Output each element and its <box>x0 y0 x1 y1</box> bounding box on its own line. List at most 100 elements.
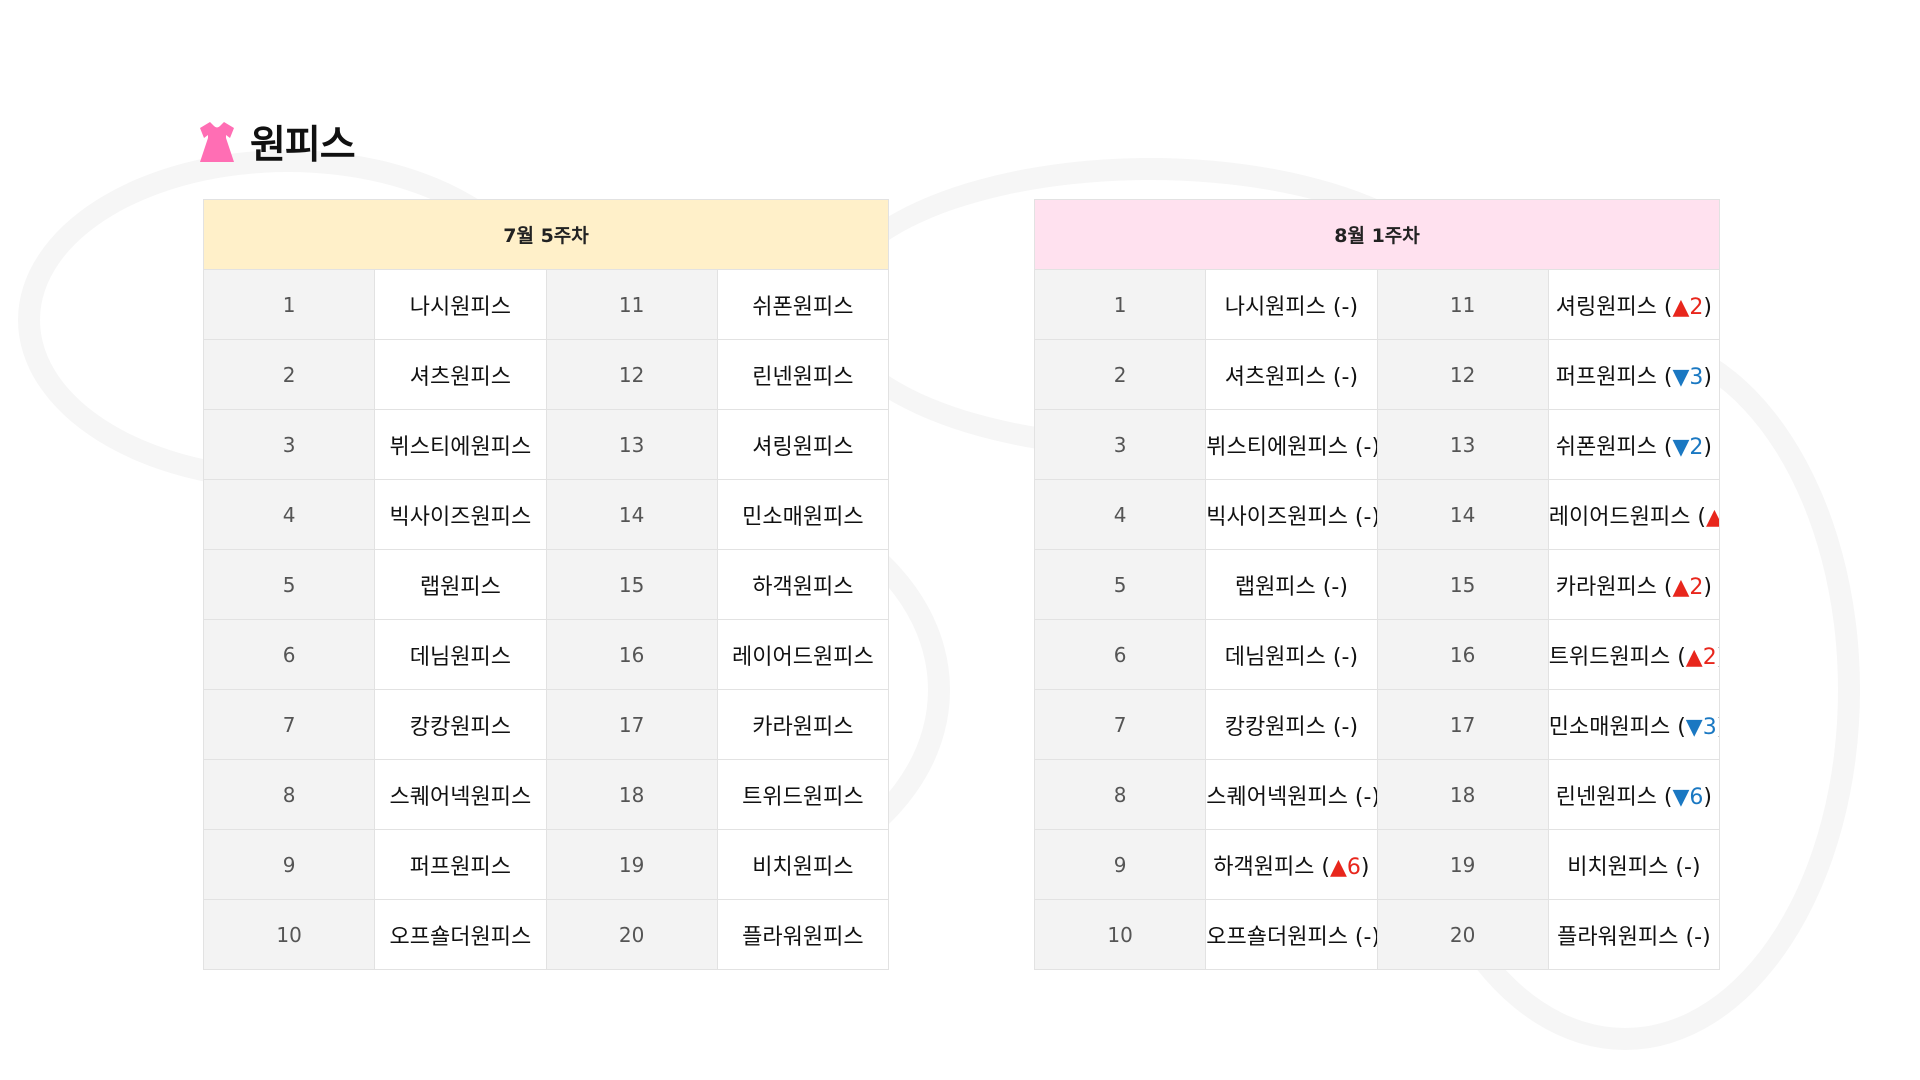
rank-number: 17 <box>545 689 718 760</box>
week1-header: 7월 5주차 <box>203 199 889 270</box>
table-row: 7 캉캉원피스 17 카라원피스 <box>202 689 890 760</box>
rank-number: 18 <box>1376 759 1549 830</box>
item-name: 캉캉원피스 <box>374 689 547 760</box>
item-name: 데님원피스 <box>374 619 547 690</box>
item-name: 셔링원피스 <box>716 409 890 480</box>
rank-number: 14 <box>1376 479 1549 550</box>
item-label: 퍼프원피스 <box>409 854 511 880</box>
page-header: 원피스 <box>198 112 356 172</box>
item-label: 셔링원피스 <box>752 434 854 460</box>
item-name: 린넨원피스 (▼6) <box>1547 759 1721 830</box>
item-name: 민소매원피스 (▼3) <box>1547 689 1721 760</box>
rank-number: 9 <box>1033 829 1207 900</box>
rank-number: 14 <box>545 479 718 550</box>
item-label: 레이어드원피스 <box>1548 504 1691 530</box>
item-label: 스퀘어넥원피스 <box>1206 784 1348 810</box>
item-label: 쉬폰원피스 <box>752 294 854 320</box>
item-label: 카라원피스 <box>752 714 854 740</box>
item-name: 셔츠원피스 <box>374 339 547 410</box>
rank-number: 1 <box>202 269 376 340</box>
item-label: 셔츠원피스 <box>1224 364 1326 390</box>
rank-number: 10 <box>1033 899 1207 970</box>
table-row: 8 스퀘어넥원피스 18 트위드원피스 <box>202 759 890 830</box>
item-label: 뷔스티에원피스 <box>389 434 532 460</box>
item-name: 하객원피스 <box>716 549 890 620</box>
item-name: 비치원피스 (-) <box>1547 829 1721 900</box>
table-row: 1 나시원피스 11 쉬폰원피스 <box>202 269 890 340</box>
item-name: 나시원피스 <box>374 269 547 340</box>
rank-number: 10 <box>202 899 376 970</box>
rank-number: 18 <box>545 759 718 830</box>
table-row: 10 오프숄더원피스 20 플라워원피스 <box>202 899 890 970</box>
item-name: 뷔스티에원피스 (-) <box>1205 409 1378 480</box>
rank-change: - <box>1683 854 1692 880</box>
item-name: 셔링원피스 (▲2) <box>1547 269 1721 340</box>
rank-number: 4 <box>202 479 376 550</box>
item-name: 셔츠원피스 (-) <box>1205 339 1378 410</box>
item-label: 하객원피스 <box>752 574 854 600</box>
week2-header: 8월 1주차 <box>1034 199 1720 270</box>
item-label: 데님원피스 <box>1224 644 1326 670</box>
item-label: 오프숄더원피스 <box>389 924 532 950</box>
item-label: 트위드원피스 <box>1548 644 1671 670</box>
item-label: 나시원피스 <box>409 294 511 320</box>
table-row: 3뷔스티에원피스 (-)13쉬폰원피스 (▼2) <box>1033 409 1721 480</box>
ranking-table-week2: 8월 1주차 1 나시원피스 (-) 11 셔링원피스 (▲2) 2 셔츠원피스 (-) 1… <box>1033 199 1721 970</box>
item-name: 데님원피스 (-) <box>1205 619 1378 690</box>
item-label: 린넨원피스 <box>752 364 854 390</box>
table-row: 8스퀘어넥원피스 (-)18린넨원피스 (▼6) <box>1033 759 1721 830</box>
item-label: 랩원피스 <box>419 574 501 600</box>
item-label: 플라워원피스 <box>1557 924 1679 950</box>
item-label: 셔링원피스 <box>1555 294 1657 320</box>
rank-number: 16 <box>545 619 718 690</box>
item-label: 빅사이즈원피스 <box>389 504 532 530</box>
item-label: 나시원피스 <box>1224 294 1326 320</box>
item-name: 트위드원피스 (▲2) <box>1547 619 1721 690</box>
ranking-table-week1: 7월 5주차 1 나시원피스 11 쉬폰원피스 2 셔츠원피스 12 린넨원피스 3 뷔스티에원피… <box>202 199 890 970</box>
item-name: 퍼프원피스 (▼3) <box>1547 339 1721 410</box>
rank-number: 5 <box>202 549 376 620</box>
rank-number: 13 <box>545 409 718 480</box>
item-name: 스퀘어넥원피스 <box>374 759 547 830</box>
item-label: 비치원피스 <box>752 854 854 880</box>
item-name: 랩원피스 (-) <box>1205 549 1378 620</box>
rank-change: ▲6 <box>1330 854 1361 880</box>
item-name: 린넨원피스 <box>716 339 890 410</box>
item-label: 트위드원피스 <box>742 784 864 810</box>
rank-number: 5 <box>1033 549 1207 620</box>
rank-number: 20 <box>1376 899 1549 970</box>
table-row: 3 뷔스티에원피스 13 셔링원피스 <box>202 409 890 480</box>
item-name: 비치원피스 <box>716 829 890 900</box>
item-label: 민소매원피스 <box>742 504 864 530</box>
item-name: 뷔스티에원피스 <box>374 409 547 480</box>
item-name: 카라원피스 <box>716 689 890 760</box>
item-name: 빅사이즈원피스 <box>374 479 547 550</box>
rank-change: ▲2 <box>1672 294 1704 320</box>
table-row: 6 데님원피스 16 레이어드원피스 <box>202 619 890 690</box>
dress-icon <box>200 122 234 162</box>
table-row: 1 나시원피스 (-) 11 셔링원피스 (▲2) <box>1033 269 1721 340</box>
item-label: 비치원피스 <box>1567 854 1669 880</box>
item-label: 레이어드원피스 <box>732 644 874 670</box>
item-name: 쉬폰원피스 <box>716 269 890 340</box>
table-row: 10오프숄더원피스 (-)20플라워원피스 (-) <box>1033 899 1721 970</box>
table-row: 2 셔츠원피스 (-) 12 퍼프원피스 (▼3) <box>1033 339 1721 410</box>
item-name: 민소매원피스 <box>716 479 890 550</box>
item-name: 레이어드원피스 <box>716 619 890 690</box>
item-label: 캉캉원피스 <box>1224 714 1326 740</box>
rank-number: 8 <box>202 759 376 830</box>
rank-number: 19 <box>545 829 718 900</box>
rank-number: 2 <box>1033 339 1207 410</box>
item-label: 린넨원피스 <box>1555 784 1657 810</box>
item-label: 캉캉원피스 <box>409 714 511 740</box>
item-name: 스퀘어넥원피스 (-) <box>1205 759 1378 830</box>
rank-number: 20 <box>545 899 718 970</box>
rank-number: 4 <box>1033 479 1207 550</box>
rank-change: - <box>1694 924 1703 950</box>
item-label: 빅사이즈원피스 <box>1206 504 1348 530</box>
table-row: 5 랩원피스 (-) 15 카라원피스 (▲2) <box>1033 549 1721 620</box>
table-row: 4빅사이즈원피스 (-)14레이어드원피스 (▲2) <box>1033 479 1721 550</box>
table-row: 9 퍼프원피스 19 비치원피스 <box>202 829 890 900</box>
item-name: 하객원피스 (▲6) <box>1205 829 1378 900</box>
item-label: 셔츠원피스 <box>409 364 511 390</box>
